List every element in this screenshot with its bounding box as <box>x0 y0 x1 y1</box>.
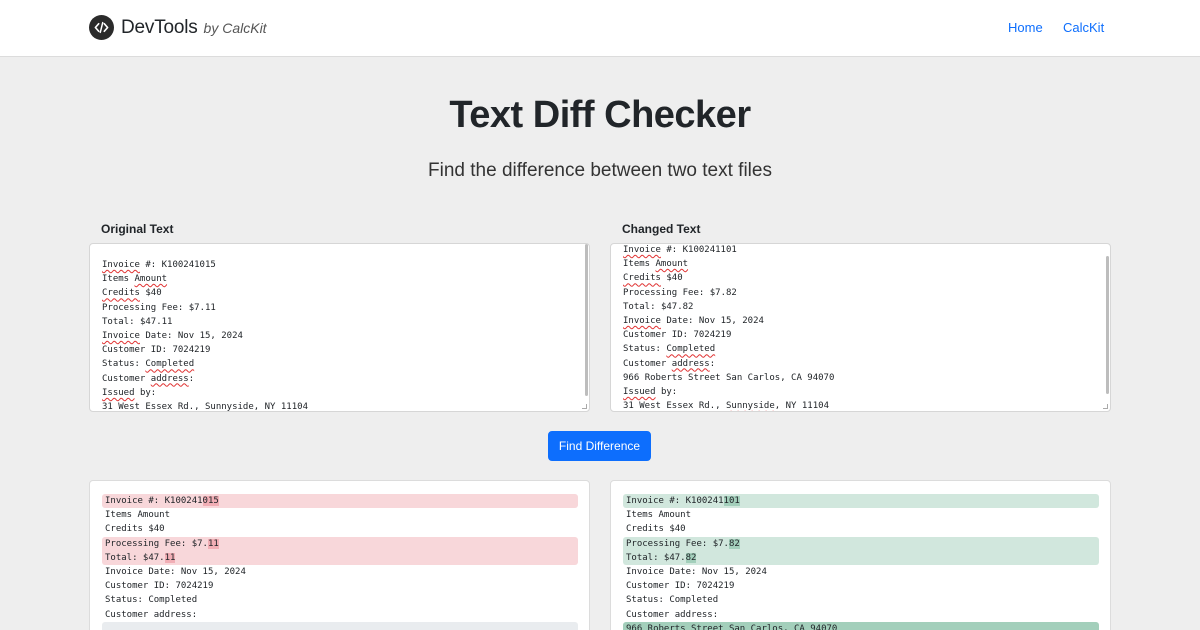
textarea-line: Processing Fee: $7.82 <box>623 286 834 300</box>
original-resize-handle[interactable] <box>582 404 587 409</box>
diff-row: Invoice Date: Nov 15, 2024 <box>623 565 1099 579</box>
changed-text-input[interactable]: Invoice #: K100241101Items AmountCredits… <box>610 243 1111 412</box>
diff-result-original: Invoice #: K100241015 Items Amount Credits… <box>89 480 590 630</box>
diff-row: Customer address: <box>102 608 578 622</box>
diff-rows-original: Invoice #: K100241015 Items Amount Credits… <box>102 494 578 630</box>
deleted-chars: 11 <box>165 553 176 563</box>
page-title: Text Diff Checker <box>0 94 1200 137</box>
textarea-line: Credits $40 <box>102 286 308 300</box>
textarea-line: Invoice Date: Nov 15, 2024 <box>102 329 308 343</box>
diff-row: Credits $40 <box>102 522 578 536</box>
find-difference-button[interactable]: Find Difference <box>548 431 651 461</box>
diff-row-text: Customer ID: 7024219 <box>626 581 734 591</box>
diff-row-text: Total: $47. <box>105 553 165 563</box>
diff-row-text: Credits $40 <box>105 524 165 534</box>
diff-row: Customer ID: 7024219 <box>623 579 1099 593</box>
textarea-line: 966 Roberts Street San Carlos, CA 94070 <box>623 371 834 385</box>
textarea-line: Total: $47.11 <box>102 315 308 329</box>
diff-row-text: Processing Fee: $7. <box>626 539 729 549</box>
changed-text-label: Changed Text <box>622 222 700 236</box>
page-subtitle: Find the difference between two text fil… <box>0 160 1200 182</box>
textarea-line: 31 West Essex Rd., Sunnyside, NY 11104 <box>102 400 308 412</box>
diff-row: Status: Completed <box>102 593 578 607</box>
diff-row: Total: $47.82 <box>623 551 1099 565</box>
brand-link[interactable]: DevTools by CalcKit <box>89 15 267 40</box>
inserted-chars: 101 <box>724 496 740 506</box>
diff-row: Status: Completed <box>623 593 1099 607</box>
deleted-chars: 015 <box>203 496 219 506</box>
textarea-line: Processing Fee: $7.11 <box>102 301 308 315</box>
textarea-line: Total: $47.82 <box>623 300 834 314</box>
textarea-line: Status: Completed <box>102 357 308 371</box>
textarea-line: Customer address: <box>623 357 834 371</box>
textarea-line: Items Amount <box>102 272 308 286</box>
diff-row: Processing Fee: $7.82 <box>623 537 1099 551</box>
inserted-chars: 82 <box>729 539 740 549</box>
nav-link-calckit[interactable]: CalcKit <box>1063 20 1104 35</box>
diff-row: Credits $40 <box>623 522 1099 536</box>
diff-row-text: Status: Completed <box>105 595 197 605</box>
changed-text-content: Invoice #: K100241101Items AmountCredits… <box>623 243 834 412</box>
textarea-line: Invoice #: K100241015 <box>102 258 308 272</box>
textarea-line: Issued by: <box>102 386 308 400</box>
diff-row-text: Invoice #: K100241 <box>626 496 724 506</box>
diff-row-text: Invoice Date: Nov 15, 2024 <box>626 567 767 577</box>
diff-row-text: Customer ID: 7024219 <box>105 581 213 591</box>
diff-rows-changed: Invoice #: K100241101 Items Amount Credits… <box>623 494 1099 630</box>
diff-row-text: Items Amount <box>105 510 170 520</box>
deleted-chars: 11 <box>208 539 219 549</box>
diff-row-text: 966 Roberts Street San Carlos, CA 94070 <box>626 624 837 630</box>
diff-row: Items Amount <box>102 508 578 522</box>
diff-row-text: Customer address: <box>105 610 197 620</box>
textarea-line: Customer address: <box>102 372 308 386</box>
brand-subtitle: by CalcKit <box>204 20 267 36</box>
textarea-line: 31 West Essex Rd., Sunnyside, NY 11104 <box>623 399 834 412</box>
diff-row: Items Amount <box>623 508 1099 522</box>
diff-row-text: Invoice Date: Nov 15, 2024 <box>105 567 246 577</box>
original-text-label: Original Text <box>101 222 173 236</box>
textarea-line: Issued by: <box>623 385 834 399</box>
diff-row: Customer address: <box>623 608 1099 622</box>
original-text-input[interactable]: Invoice #: K100241015Items AmountCredits… <box>89 243 590 412</box>
diff-row: 966 Roberts Street San Carlos, CA 94070 <box>623 622 1099 630</box>
diff-row: Total: $47.11 <box>102 551 578 565</box>
diff-row <box>102 622 578 630</box>
navbar: DevTools by CalcKit Home CalcKit <box>0 0 1200 57</box>
changed-scrollbar[interactable] <box>1106 256 1109 394</box>
brand-name: DevTools <box>121 17 198 39</box>
nav-link-home[interactable]: Home <box>1008 20 1043 35</box>
diff-row: Invoice #: K100241101 <box>623 494 1099 508</box>
textarea-line: Customer ID: 7024219 <box>623 328 834 342</box>
changed-resize-handle[interactable] <box>1103 404 1108 409</box>
diff-row-text: Invoice #: K100241 <box>105 496 203 506</box>
diff-row-text: Processing Fee: $7. <box>105 539 208 549</box>
textarea-line: Status: Completed <box>623 342 834 356</box>
original-scrollbar[interactable] <box>585 244 588 396</box>
diff-result-changed: Invoice #: K100241101 Items Amount Credits… <box>610 480 1111 630</box>
diff-row: Processing Fee: $7.11 <box>102 537 578 551</box>
textarea-line: Invoice Date: Nov 15, 2024 <box>623 314 834 328</box>
textarea-line: Credits $40 <box>623 271 834 285</box>
inserted-chars: 82 <box>686 553 697 563</box>
textarea-line: Invoice #: K100241101 <box>623 243 834 257</box>
diff-row: Invoice #: K100241015 <box>102 494 578 508</box>
code-icon <box>89 15 114 40</box>
diff-row-text: Credits $40 <box>626 524 686 534</box>
diff-row: Invoice Date: Nov 15, 2024 <box>102 565 578 579</box>
textarea-line: Items Amount <box>623 257 834 271</box>
diff-row: Customer ID: 7024219 <box>102 579 578 593</box>
diff-row-text: Status: Completed <box>626 595 718 605</box>
diff-row-text: Total: $47. <box>626 553 686 563</box>
original-text-content: Invoice #: K100241015Items AmountCredits… <box>102 258 308 412</box>
textarea-line: Customer ID: 7024219 <box>102 343 308 357</box>
diff-row-text: Customer address: <box>626 610 718 620</box>
diff-row-text: Items Amount <box>626 510 691 520</box>
